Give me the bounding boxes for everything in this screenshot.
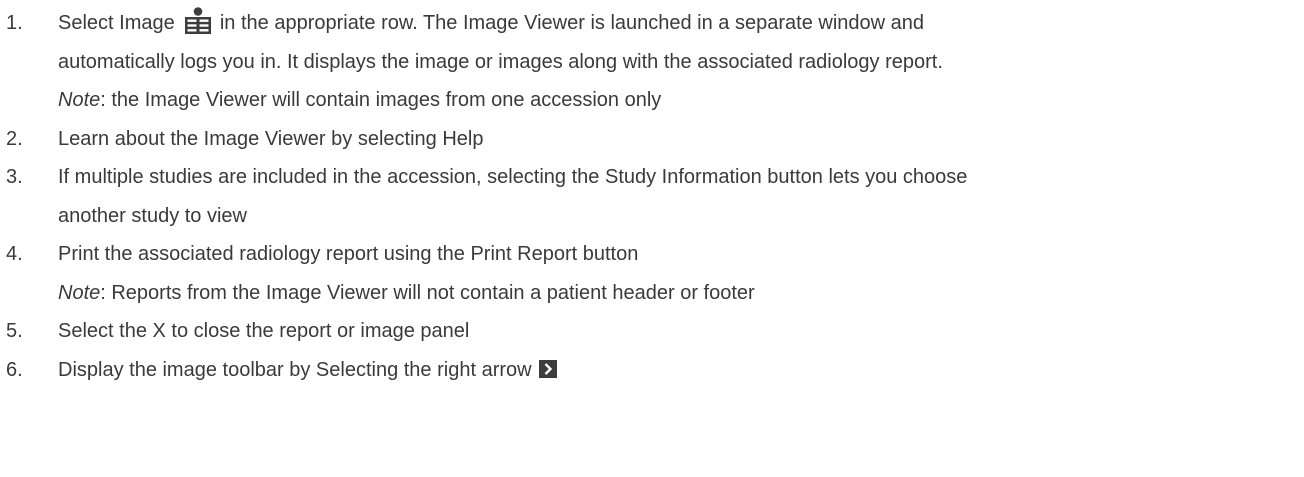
step-5-text: Select the X to close the report or imag… xyxy=(58,320,470,342)
step-1-line-1: Select Image in the appropriate row. The… xyxy=(58,4,1304,43)
image-viewer-icon xyxy=(184,7,212,35)
step-2-text: Learn about the Image Viewer by selectin… xyxy=(58,127,484,150)
step-5: 5. Select the X to close the report or i… xyxy=(0,312,1304,351)
note-text: : the Image Viewer will contain images f… xyxy=(100,89,662,111)
step-number: 6. xyxy=(6,358,23,381)
note-text: : Reports from the Image Viewer will not… xyxy=(100,281,755,304)
step-4-note: Note: Reports from the Image Viewer will… xyxy=(58,274,1304,313)
step-3-line-2: another study to view xyxy=(58,204,247,227)
step-1-line-2: automatically logs you in. It displays t… xyxy=(58,50,943,73)
step-6: 6. Display the image toolbar by Selectin… xyxy=(0,351,1304,390)
step-number: 1. xyxy=(6,12,23,34)
step-6-line: Display the image toolbar by Selecting t… xyxy=(58,351,1304,390)
step-1: 1. Select Image in the appropriate row. … xyxy=(0,4,1304,120)
step-6-text: Display the image toolbar by Selecting t… xyxy=(58,358,538,381)
step-3-line-1: If multiple studies are included in the … xyxy=(58,166,968,188)
step-number: 4. xyxy=(6,243,23,265)
step-3: 3. If multiple studies are included in t… xyxy=(0,158,1304,235)
step-4: 4. Print the associated radiology report… xyxy=(0,235,1304,312)
instruction-document: 1. Select Image in the appropriate row. … xyxy=(0,0,1304,477)
note-label: Note xyxy=(58,281,101,304)
step-4-line-1: Print the associated radiology report us… xyxy=(58,243,639,265)
step-number: 2. xyxy=(6,127,23,150)
right-arrow-icon xyxy=(539,359,558,378)
step-1-note: Note: the Image Viewer will contain imag… xyxy=(58,81,1304,120)
step-2: 2. Learn about the Image Viewer by selec… xyxy=(0,120,1304,159)
steps-list: 1. Select Image in the appropriate row. … xyxy=(0,4,1304,389)
step-1-text-b: in the appropriate row. The Image Viewer… xyxy=(214,12,924,34)
step-number: 5. xyxy=(6,320,23,342)
step-1-text-a: Select Image xyxy=(58,12,181,34)
step-number: 3. xyxy=(6,166,23,188)
note-label: Note xyxy=(58,89,101,111)
